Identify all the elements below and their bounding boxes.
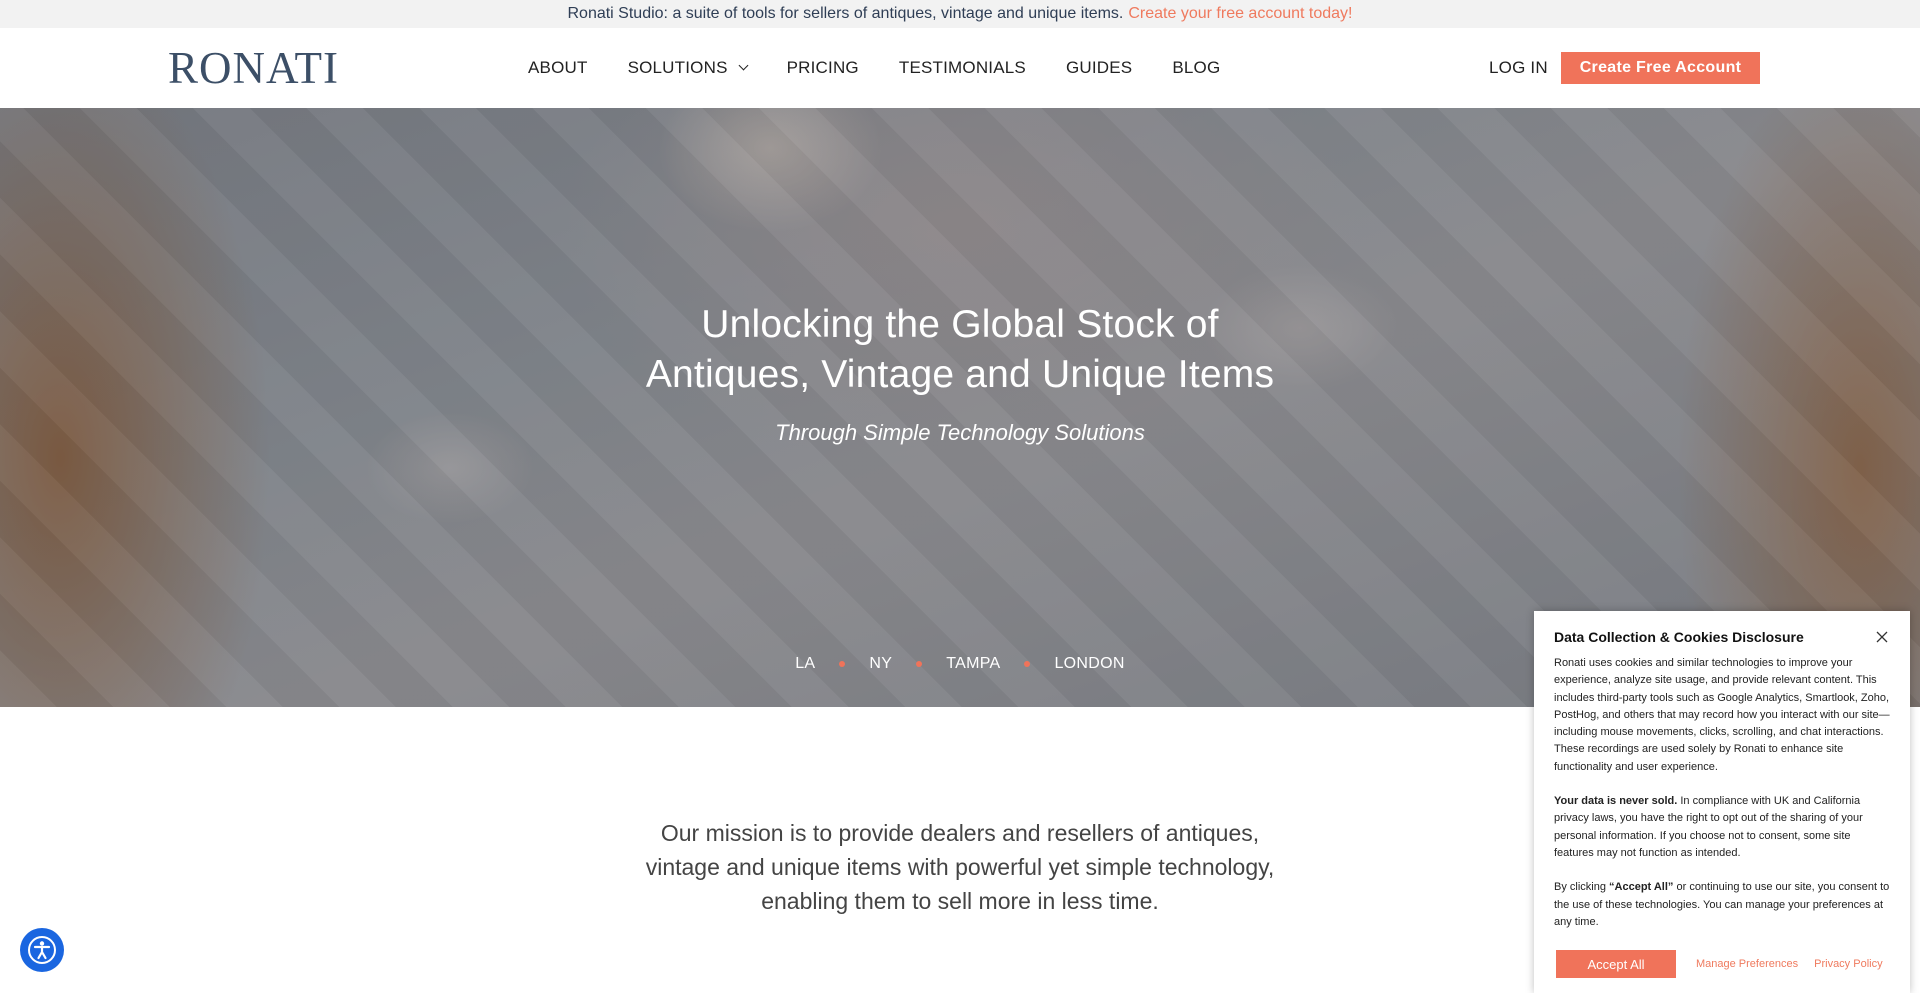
city-label: NY: [869, 655, 893, 672]
nav-label: GUIDES: [1065, 58, 1133, 77]
logo[interactable]: RONATI: [168, 46, 339, 91]
nav-label: SOLUTIONS: [627, 58, 728, 77]
separator-dot-icon: [839, 661, 846, 667]
separator-dot-icon: [1024, 661, 1031, 667]
city-list: LA NY TAMPA LONDON: [0, 655, 1920, 673]
hero-title-line: Unlocking the Global Stock of: [701, 303, 1219, 346]
cookie-actions: Accept All Manage Preferences Privacy Po…: [1556, 950, 1883, 978]
hero-subtitle: Through Simple Technology Solutions: [775, 420, 1145, 445]
mission-line: enabling them to sell more in less time.: [761, 888, 1159, 914]
accessibility-button[interactable]: [20, 928, 64, 972]
nav-item-blog[interactable]: BLOG: [1172, 58, 1220, 78]
banner-cta-link[interactable]: Create your free account today!: [1128, 5, 1352, 23]
main-nav: ABOUT SOLUTIONS PRICING TESTIMONIALS GUI…: [528, 28, 1260, 108]
chevron-down-icon: [738, 60, 749, 71]
nav-label: ABOUT: [528, 58, 588, 77]
cookie-bold-text: “Accept All”: [1609, 881, 1674, 894]
cookie-bold-text: Your data is never sold.: [1554, 795, 1678, 808]
manage-preferences-link[interactable]: Manage Preferences: [1696, 958, 1798, 970]
hero-section: Unlocking the Global Stock of Antiques, …: [0, 108, 1920, 707]
cookie-paragraph: Your data is never sold. In compliance w…: [1554, 793, 1890, 862]
city-label: LA: [795, 655, 816, 672]
cookie-paragraph: By clicking “Accept All” or continuing t…: [1554, 879, 1890, 931]
nav-item-pricing[interactable]: PRICING: [787, 58, 859, 78]
hero-title-line: Antiques, Vintage and Unique Items: [645, 353, 1275, 396]
nav-item-about[interactable]: ABOUT: [528, 58, 588, 78]
accessibility-icon: [28, 936, 56, 964]
separator-dot-icon: [916, 661, 923, 667]
mission-line: Our mission is to provide dealers and re…: [660, 820, 1260, 846]
hero-title: Unlocking the Global Stock of Antiques, …: [560, 300, 1360, 400]
top-banner: Ronati Studio: a suite of tools for sell…: [0, 0, 1920, 28]
nav-label: BLOG: [1172, 58, 1221, 77]
mission-statement: Our mission is to provide dealers and re…: [560, 816, 1360, 918]
create-account-button[interactable]: Create Free Account: [1561, 52, 1760, 84]
nav-item-solutions[interactable]: SOLUTIONS: [627, 58, 749, 78]
nav-label: TESTIMONIALS: [898, 58, 1026, 77]
cookie-text: By clicking: [1554, 881, 1610, 894]
accept-all-button[interactable]: Accept All: [1556, 950, 1676, 978]
nav-item-guides[interactable]: GUIDES: [1066, 58, 1132, 78]
banner-text: Ronati Studio: a suite of tools for sell…: [567, 5, 1124, 22]
city-label: TAMPA: [946, 655, 1001, 672]
site-header: RONATI ABOUT SOLUTIONS PRICING TESTIMONI…: [0, 28, 1920, 108]
privacy-policy-link[interactable]: Privacy Policy: [1814, 958, 1882, 970]
mission-line: vintage and unique items with powerful y…: [645, 854, 1275, 880]
nav-item-testimonials[interactable]: TESTIMONIALS: [899, 58, 1026, 78]
login-link[interactable]: LOG IN: [1489, 58, 1548, 78]
nav-label: PRICING: [786, 58, 859, 77]
city-label: LONDON: [1054, 655, 1125, 672]
